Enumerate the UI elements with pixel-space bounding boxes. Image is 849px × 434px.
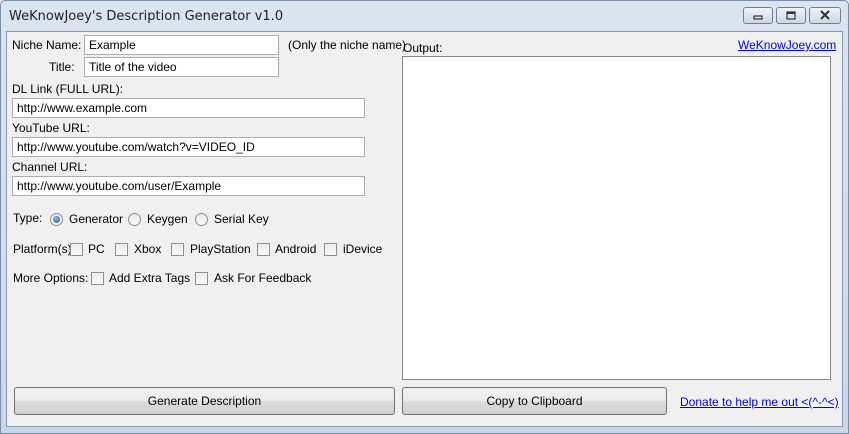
more-options-label: More Options:	[13, 271, 89, 285]
checkbox-playstation-label[interactable]: PlayStation	[190, 242, 251, 256]
checkbox-extra-tags-label[interactable]: Add Extra Tags	[109, 271, 190, 285]
dl-link-input[interactable]: http://www.example.com	[12, 98, 365, 118]
niche-name-label: Niche Name:	[12, 38, 82, 52]
platforms-label: Platform(s):	[13, 242, 76, 256]
checkbox-pc-label[interactable]: PC	[88, 242, 105, 256]
radio-serial-key-label[interactable]: Serial Key	[214, 212, 269, 226]
niche-name-hint: (Only the niche name)	[288, 38, 407, 52]
title-label: Title:	[49, 60, 75, 74]
copy-to-clipboard-button[interactable]: Copy to Clipboard	[402, 387, 667, 415]
checkbox-idevice-label[interactable]: iDevice	[343, 242, 382, 256]
title-input[interactable]: Title of the video	[84, 57, 279, 77]
donate-link[interactable]: Donate to help me out <(^-^<)	[680, 395, 839, 409]
close-button[interactable]	[809, 7, 841, 24]
checkbox-xbox[interactable]	[115, 243, 128, 256]
checkbox-feedback[interactable]	[195, 272, 208, 285]
checkbox-android[interactable]	[257, 243, 270, 256]
checkbox-xbox-label[interactable]: Xbox	[134, 242, 161, 256]
checkbox-feedback-label[interactable]: Ask For Feedback	[214, 271, 311, 285]
checkbox-pc[interactable]	[70, 243, 83, 256]
minimize-button[interactable]	[743, 7, 773, 24]
minimize-icon	[753, 15, 763, 20]
restore-icon	[786, 11, 796, 20]
type-label: Type:	[13, 211, 43, 225]
radio-generator-label[interactable]: Generator	[69, 212, 123, 226]
window-title: WeKnowJoey's Description Generator v1.0	[9, 9, 284, 24]
app-window: WeKnowJoey's Description Generator v1.0 …	[0, 0, 849, 434]
close-icon	[820, 10, 830, 20]
youtube-url-input[interactable]: http://www.youtube.com/watch?v=VIDEO_ID	[12, 137, 365, 157]
radio-generator[interactable]	[50, 213, 63, 226]
main-panel: Niche Name: Example (Only the niche name…	[6, 31, 843, 427]
title-bar[interactable]: WeKnowJoey's Description Generator v1.0	[1, 1, 848, 31]
checkbox-android-label[interactable]: Android	[275, 242, 316, 256]
youtube-url-label: YouTube URL:	[12, 121, 90, 135]
weknowjoey-link[interactable]: WeKnowJoey.com	[738, 38, 836, 52]
checkbox-idevice[interactable]	[324, 243, 337, 256]
dl-link-label: DL Link (FULL URL):	[12, 82, 124, 96]
radio-serial-key[interactable]	[195, 213, 208, 226]
channel-url-input[interactable]: http://www.youtube.com/user/Example	[12, 176, 365, 196]
radio-keygen[interactable]	[128, 213, 141, 226]
maximize-button[interactable]	[776, 7, 806, 24]
checkbox-playstation[interactable]	[171, 243, 184, 256]
output-label: Output:	[403, 41, 443, 55]
checkbox-extra-tags[interactable]	[91, 272, 104, 285]
output-textarea[interactable]	[402, 56, 831, 380]
niche-name-input[interactable]: Example	[84, 35, 279, 55]
channel-url-label: Channel URL:	[12, 160, 88, 174]
generate-description-button[interactable]: Generate Description	[14, 387, 395, 415]
radio-keygen-label[interactable]: Keygen	[147, 212, 188, 226]
